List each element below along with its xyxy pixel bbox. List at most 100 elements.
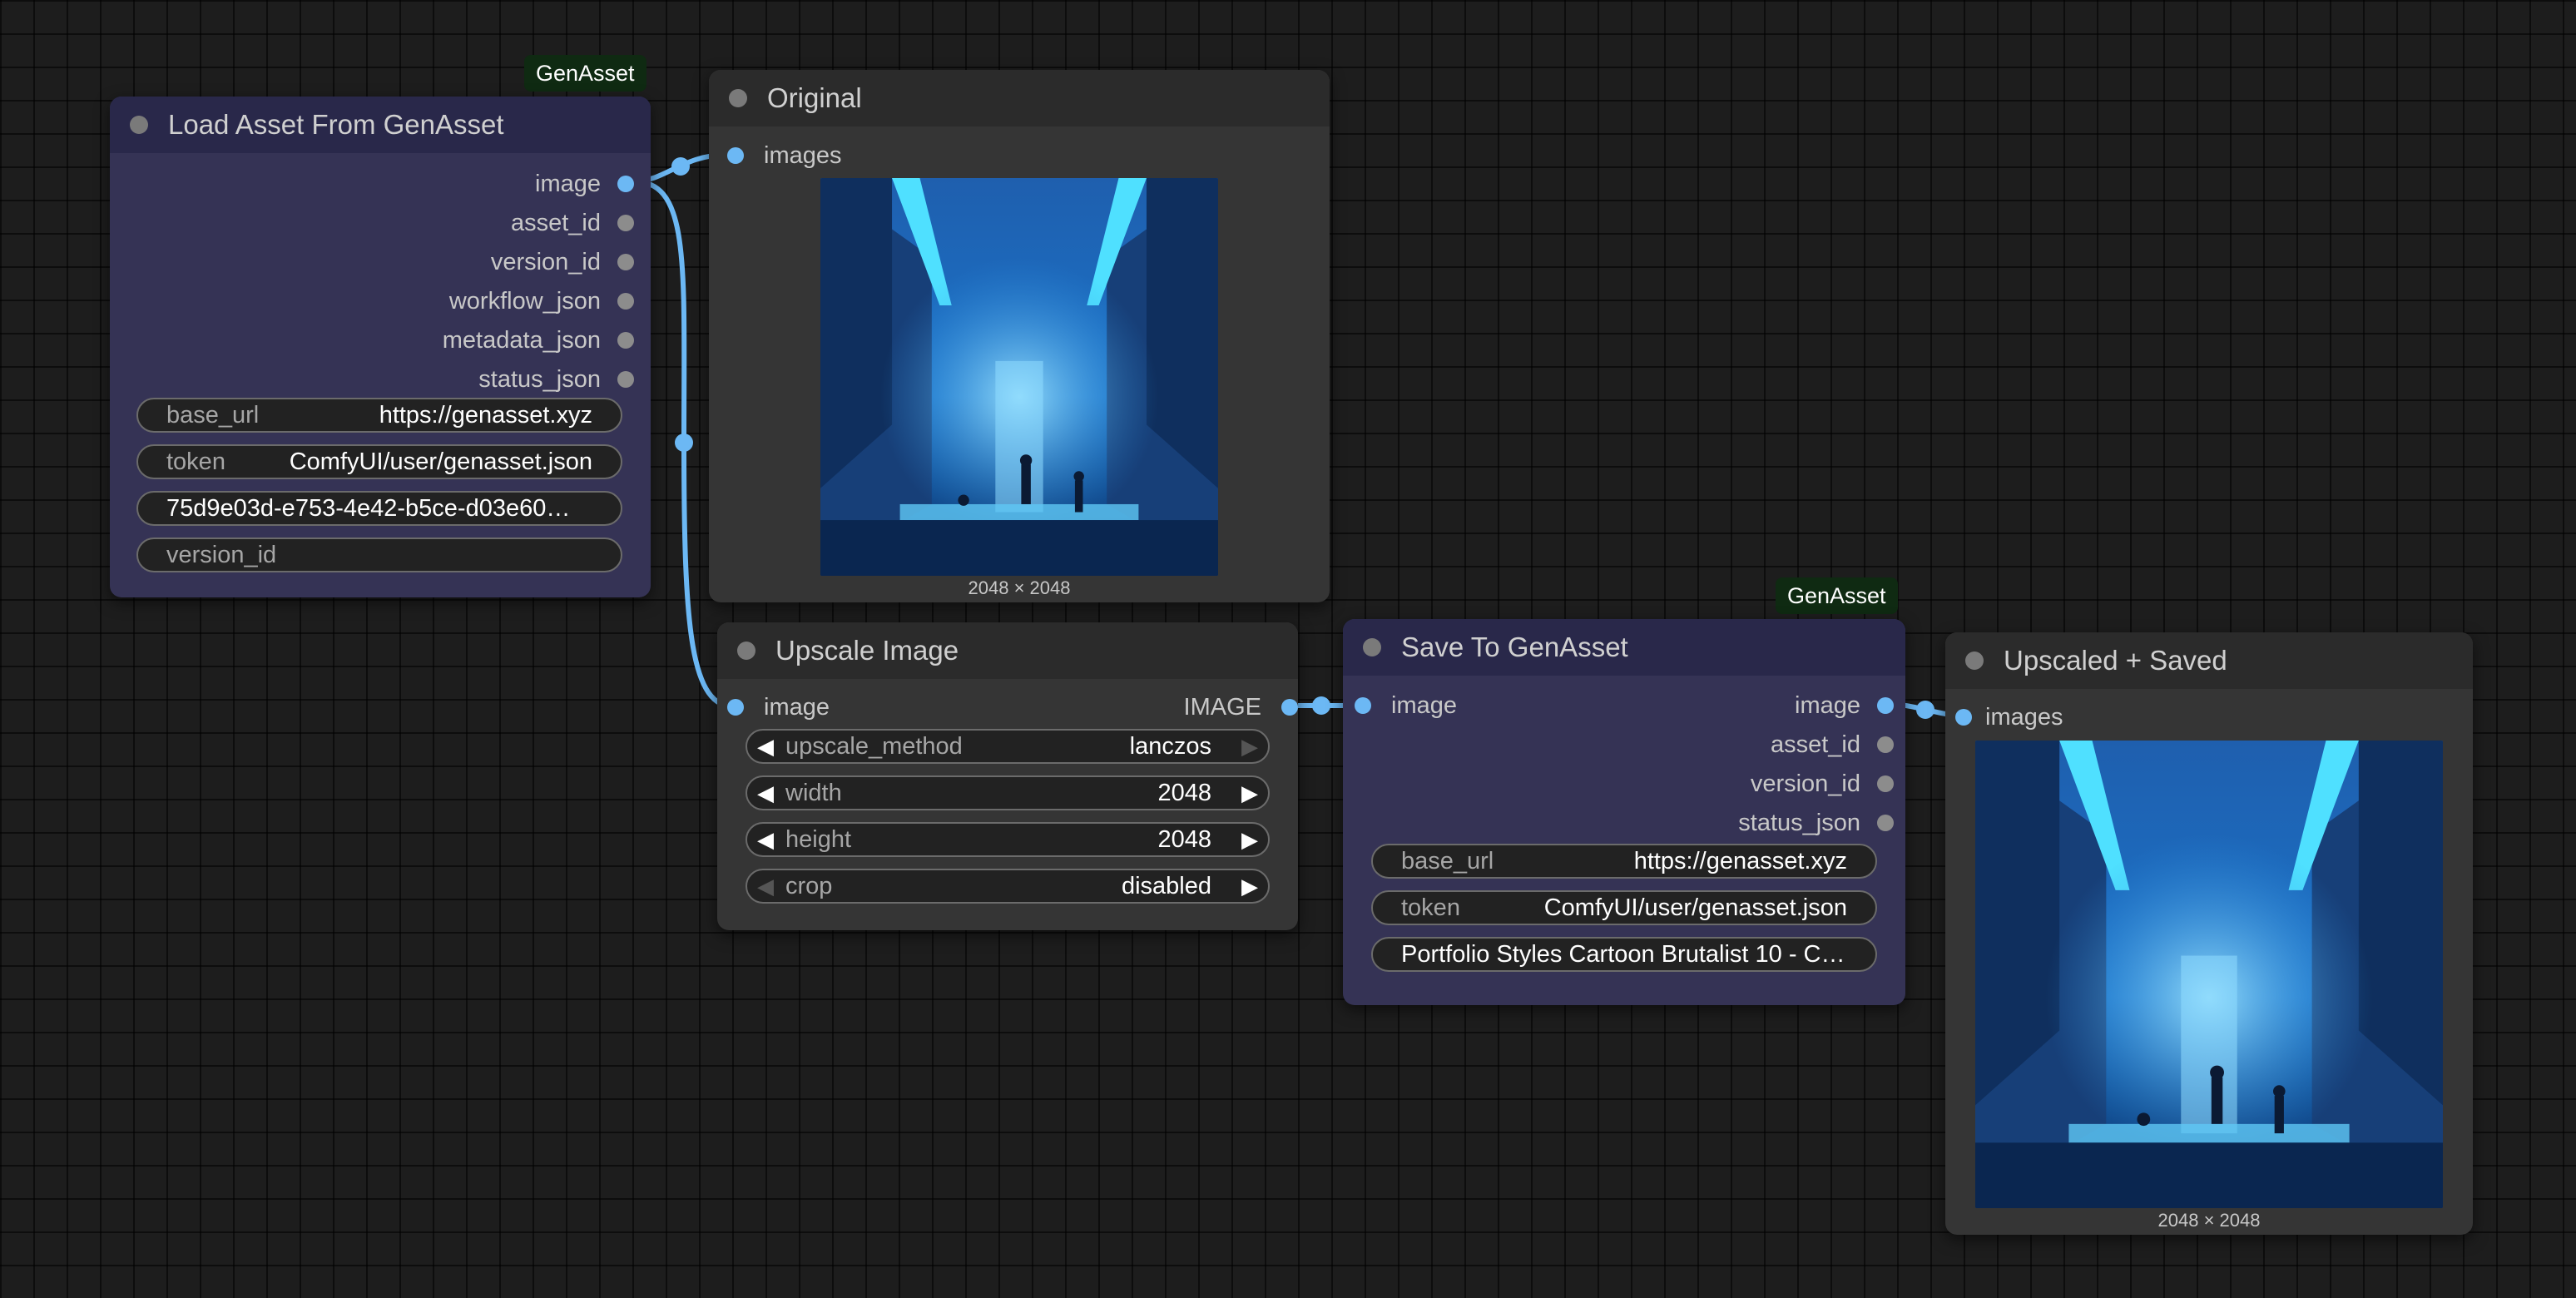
height-stepper[interactable]: ◀ height 2048 ▶	[746, 822, 1270, 857]
image-size-label: 2048 × 2048	[968, 577, 1071, 598]
widget-value: disabled	[1121, 873, 1211, 899]
arrow-left-icon[interactable]: ◀	[757, 824, 774, 855]
output-image[interactable]: image	[301, 165, 634, 203]
output-port-icon[interactable]	[1281, 699, 1298, 716]
widget-value: lanczos	[1129, 733, 1211, 760]
asset-name-field[interactable]: Portfolio Styles Cartoon Brutalist 10 - …	[1371, 937, 1877, 972]
arrow-right-icon[interactable]: ▶	[1241, 870, 1258, 902]
collapse-dot-icon[interactable]	[1363, 638, 1381, 656]
input-port-icon[interactable]	[727, 699, 744, 716]
node-title-bar[interactable]: Upscaled + Saved	[1945, 632, 2473, 689]
output-port-icon[interactable]	[617, 371, 634, 388]
widget-label: token	[166, 448, 225, 475]
output-label: asset_id	[1770, 731, 1860, 758]
scene-image-icon	[820, 178, 1218, 576]
graph-canvas[interactable]: GenAsset Load Asset From GenAsset image …	[0, 0, 2576, 1298]
output-version-id[interactable]: version_id	[1644, 765, 1894, 803]
arrow-right-icon[interactable]: ▶	[1241, 731, 1258, 762]
load-asset-node[interactable]: Load Asset From GenAsset image asset_id …	[110, 97, 651, 597]
output-version-id[interactable]: version_id	[301, 243, 634, 281]
upscaled-preview-node[interactable]: Upscaled + Saved images 2048 × 2048	[1945, 632, 2473, 1235]
link-midpoint-dot	[671, 157, 690, 176]
node-title: Upscale Image	[775, 635, 959, 666]
output-port-icon[interactable]	[1877, 815, 1894, 831]
input-images[interactable]: images	[1955, 698, 2205, 736]
output-label: version_id	[1750, 770, 1860, 797]
output-label: IMAGE	[1183, 694, 1261, 721]
output-port-icon[interactable]	[617, 293, 634, 310]
input-label: images	[764, 142, 842, 169]
output-status-json[interactable]: status_json	[1644, 804, 1894, 842]
widget-label: height	[785, 826, 852, 853]
save-to-genasset-node[interactable]: Save To GenAsset image image asset_id ve…	[1343, 619, 1905, 1005]
token-field[interactable]: token ComfyUI/user/genasset.json	[1371, 890, 1877, 925]
input-port-icon[interactable]	[1355, 697, 1371, 714]
node-title-bar[interactable]: Upscale Image	[717, 622, 1298, 679]
version-id-field[interactable]: version_id	[136, 538, 622, 572]
collapse-dot-icon[interactable]	[130, 116, 148, 134]
widget-label: base_url	[1401, 848, 1494, 874]
output-asset-id[interactable]: asset_id	[1644, 726, 1894, 764]
crop-combo[interactable]: ◀ crop disabled ▶	[746, 869, 1270, 904]
input-images[interactable]: images	[727, 136, 977, 175]
widget-value: https://genasset.xyz	[1633, 848, 1847, 874]
output-label: asset_id	[510, 210, 601, 236]
node-title-bar[interactable]: Save To GenAsset	[1343, 619, 1905, 676]
collapse-dot-icon[interactable]	[1965, 651, 1984, 670]
input-port-icon[interactable]	[1955, 709, 1972, 726]
collapse-dot-icon[interactable]	[737, 642, 755, 660]
output-label: image	[535, 171, 601, 197]
output-port-icon[interactable]	[617, 254, 634, 270]
arrow-left-icon[interactable]: ◀	[757, 731, 774, 762]
widget-value: 75d9e03d-e753-4e42-b5ce-d03e60…	[166, 495, 571, 522]
link-midpoint-dot	[1312, 696, 1330, 715]
output-port-icon[interactable]	[617, 176, 634, 192]
arrow-left-icon[interactable]: ◀	[757, 777, 774, 809]
widget-value: 2048	[1157, 780, 1211, 806]
collapse-dot-icon[interactable]	[729, 89, 747, 107]
output-metadata-json[interactable]: metadata_json	[301, 321, 634, 359]
output-label: version_id	[490, 249, 601, 275]
preview-image[interactable]	[1975, 741, 2443, 1208]
node-title-bar[interactable]: Load Asset From GenAsset	[110, 97, 651, 153]
output-workflow-json[interactable]: workflow_json	[301, 282, 634, 320]
arrow-left-icon[interactable]: ◀	[757, 870, 774, 902]
input-label: images	[1985, 704, 2063, 731]
output-label: metadata_json	[442, 327, 601, 354]
widget-value: ComfyUI/user/genasset.json	[289, 448, 592, 475]
output-port-icon[interactable]	[617, 332, 634, 349]
output-image[interactable]: image	[1644, 686, 1894, 725]
input-port-icon[interactable]	[727, 147, 744, 164]
arrow-right-icon[interactable]: ▶	[1241, 777, 1258, 809]
original-preview-node[interactable]: Original images 2048 × 2048	[709, 70, 1330, 602]
token-field[interactable]: token ComfyUI/user/genasset.json	[136, 444, 622, 479]
preview-image[interactable]	[820, 178, 1218, 576]
link-midpoint-dot	[675, 433, 693, 452]
output-port-icon[interactable]	[617, 215, 634, 231]
upscale-image-node[interactable]: Upscale Image image IMAGE ◀ upscale_meth…	[717, 622, 1298, 930]
widget-value: 2048	[1157, 826, 1211, 853]
genasset-badge: GenAsset	[1776, 577, 1898, 614]
upscale-method-combo[interactable]: ◀ upscale_method lanczos ▶	[746, 729, 1270, 764]
node-title-bar[interactable]: Original	[709, 70, 1330, 126]
output-status-json[interactable]: status_json	[301, 360, 634, 399]
output-label: status_json	[1738, 810, 1860, 836]
base-url-field[interactable]: base_url https://genasset.xyz	[136, 398, 622, 433]
output-label: image	[1795, 692, 1860, 719]
base-url-field[interactable]: base_url https://genasset.xyz	[1371, 844, 1877, 879]
width-stepper[interactable]: ◀ width 2048 ▶	[746, 775, 1270, 810]
widget-placeholder: version_id	[166, 542, 277, 568]
input-label: image	[764, 694, 830, 721]
output-image[interactable]: IMAGE	[1048, 688, 1298, 726]
arrow-right-icon[interactable]: ▶	[1241, 824, 1258, 855]
asset-id-field[interactable]: 75d9e03d-e753-4e42-b5ce-d03e60…	[136, 491, 622, 526]
input-image[interactable]: image	[1355, 686, 1604, 725]
node-title: Upscaled + Saved	[2004, 645, 2227, 676]
widget-label: upscale_method	[785, 733, 963, 760]
output-port-icon[interactable]	[1877, 697, 1894, 714]
node-title: Original	[767, 82, 862, 113]
output-asset-id[interactable]: asset_id	[301, 204, 634, 242]
output-port-icon[interactable]	[1877, 775, 1894, 792]
output-port-icon[interactable]	[1877, 736, 1894, 753]
input-image[interactable]: image	[727, 688, 977, 726]
